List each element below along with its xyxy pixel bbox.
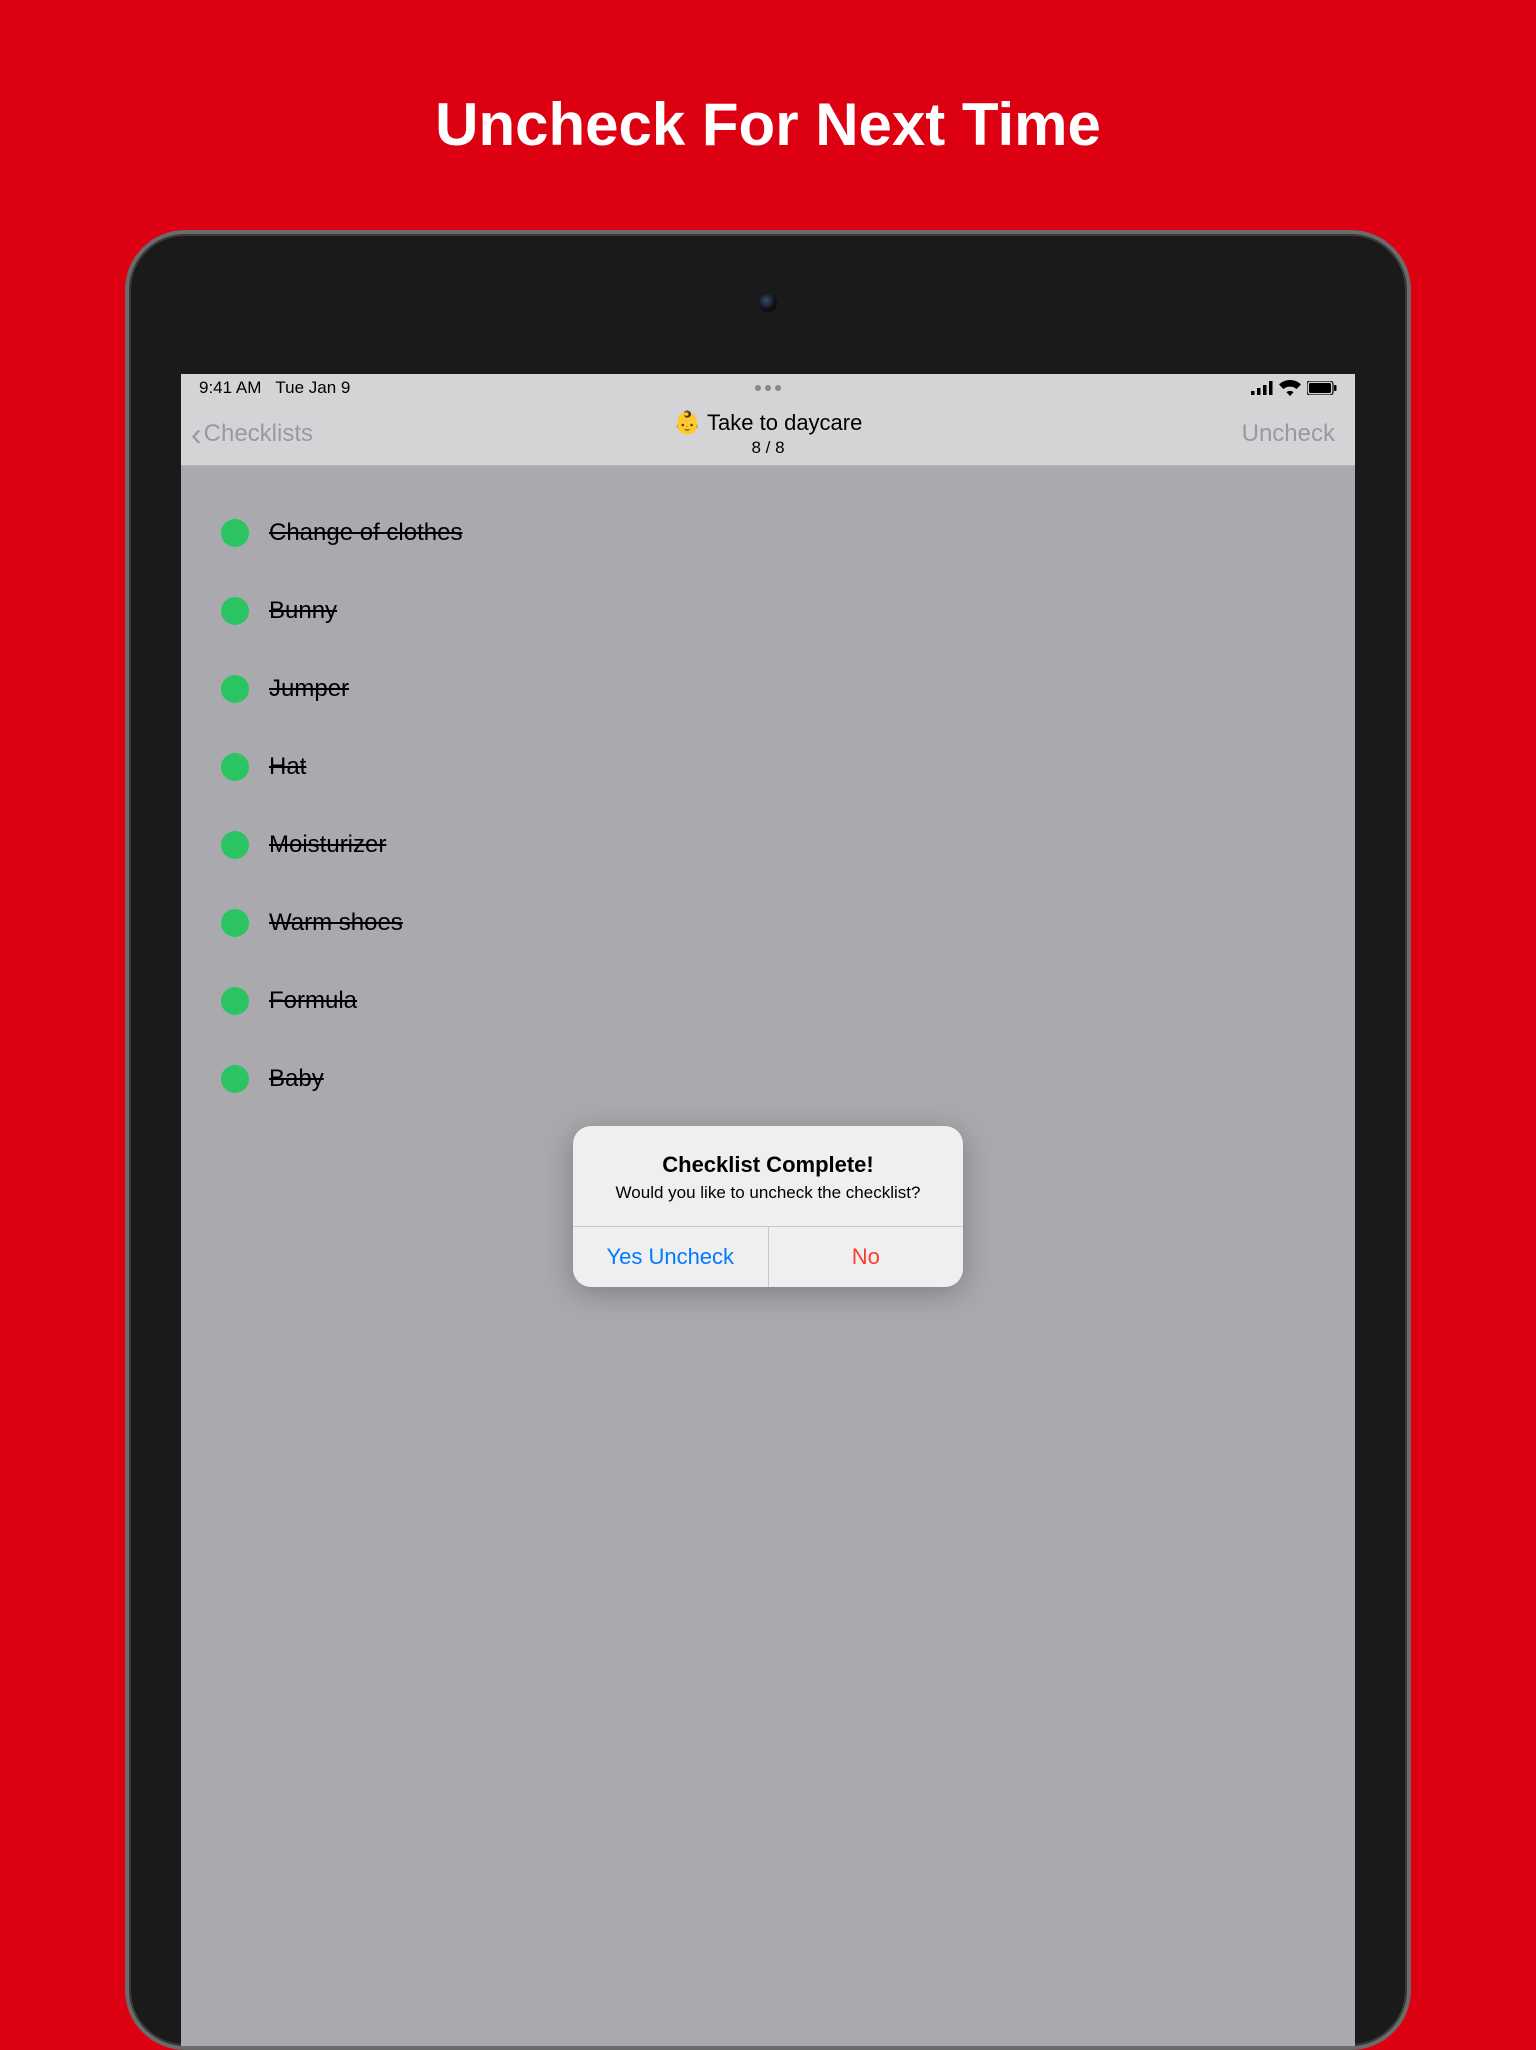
back-label: Checklists: [204, 420, 313, 448]
nav-title: 👶 Take to daycare: [674, 410, 863, 436]
uncheck-button[interactable]: Uncheck: [1242, 420, 1335, 448]
no-button[interactable]: No: [769, 1227, 964, 1287]
status-time: 9:41 AM: [199, 378, 261, 398]
wifi-icon: [1279, 380, 1301, 396]
list-item[interactable]: Bunny: [221, 572, 1315, 650]
dialog-message: Would you like to uncheck the checklist?: [593, 1182, 943, 1204]
list-item[interactable]: Jumper: [221, 650, 1315, 728]
list-item[interactable]: Hat: [221, 728, 1315, 806]
checked-dot-icon: [221, 597, 249, 625]
list-item[interactable]: Change of clothes: [221, 494, 1315, 572]
checked-dot-icon: [221, 1065, 249, 1093]
item-label: Baby: [269, 1065, 324, 1093]
item-label: Bunny: [269, 597, 337, 625]
nav-subtitle: 8 / 8: [674, 438, 863, 458]
checked-dot-icon: [221, 519, 249, 547]
back-button[interactable]: ‹ Checklists: [181, 418, 313, 450]
item-label: Jumper: [269, 675, 349, 703]
status-date: Tue Jan 9: [275, 378, 350, 398]
item-label: Formula: [269, 987, 357, 1015]
alert-dialog: Checklist Complete! Would you like to un…: [573, 1126, 963, 1287]
multitask-dots-icon: [755, 385, 781, 391]
list-item[interactable]: Formula: [221, 962, 1315, 1040]
item-label: Warm shoes: [269, 909, 403, 937]
checklist: Change of clothes Bunny Jumper Hat Moist…: [181, 466, 1355, 1146]
checked-dot-icon: [221, 675, 249, 703]
checked-dot-icon: [221, 987, 249, 1015]
item-label: Moisturizer: [269, 831, 386, 859]
device-frame: 9:41 AM Tue Jan 9 ‹ Checkli: [125, 230, 1411, 2050]
marketing-headline: Uncheck For Next Time: [0, 0, 1536, 159]
dialog-title: Checklist Complete!: [593, 1152, 943, 1178]
checked-dot-icon: [221, 909, 249, 937]
checked-dot-icon: [221, 831, 249, 859]
list-item[interactable]: Warm shoes: [221, 884, 1315, 962]
list-item[interactable]: Moisturizer: [221, 806, 1315, 884]
list-item[interactable]: Baby: [221, 1040, 1315, 1118]
screen: 9:41 AM Tue Jan 9 ‹ Checkli: [181, 374, 1355, 2046]
battery-icon: [1307, 381, 1337, 395]
baby-emoji-icon: 👶: [674, 410, 701, 436]
item-label: Change of clothes: [269, 519, 462, 547]
yes-uncheck-button[interactable]: Yes Uncheck: [573, 1227, 769, 1287]
item-label: Hat: [269, 753, 306, 781]
checked-dot-icon: [221, 753, 249, 781]
camera-icon: [759, 294, 777, 312]
navigation-bar: ‹ Checklists 👶 Take to daycare 8 / 8 Unc…: [181, 402, 1355, 466]
chevron-left-icon: ‹: [191, 418, 202, 450]
status-bar: 9:41 AM Tue Jan 9: [181, 374, 1355, 402]
cellular-signal-icon: [1251, 381, 1273, 395]
